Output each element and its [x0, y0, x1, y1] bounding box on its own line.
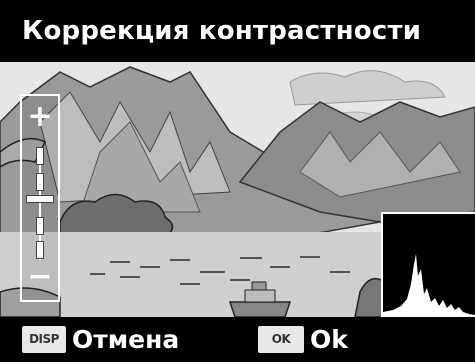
slider-tick: [37, 242, 43, 258]
slider-tick: [37, 218, 43, 234]
bottom-bar: DISP Отмена OK Ok: [0, 317, 475, 362]
cancel-button[interactable]: Отмена: [72, 317, 179, 362]
camera-screen: Коррекция контрастности + − DISP Отмена …: [0, 0, 475, 362]
slider-tick: [37, 174, 43, 190]
contrast-slider[interactable]: + −: [20, 94, 60, 302]
ok-key-icon[interactable]: OK: [258, 326, 304, 353]
disp-key-icon[interactable]: DISP: [22, 326, 66, 353]
plus-icon[interactable]: +: [22, 102, 58, 132]
slider-knob[interactable]: [27, 196, 53, 202]
histogram-icon: [381, 212, 475, 317]
ok-button[interactable]: Ok: [310, 317, 348, 362]
minus-icon[interactable]: −: [22, 262, 58, 292]
slider-tick: [37, 148, 43, 164]
page-title: Коррекция контрастности: [0, 0, 475, 62]
